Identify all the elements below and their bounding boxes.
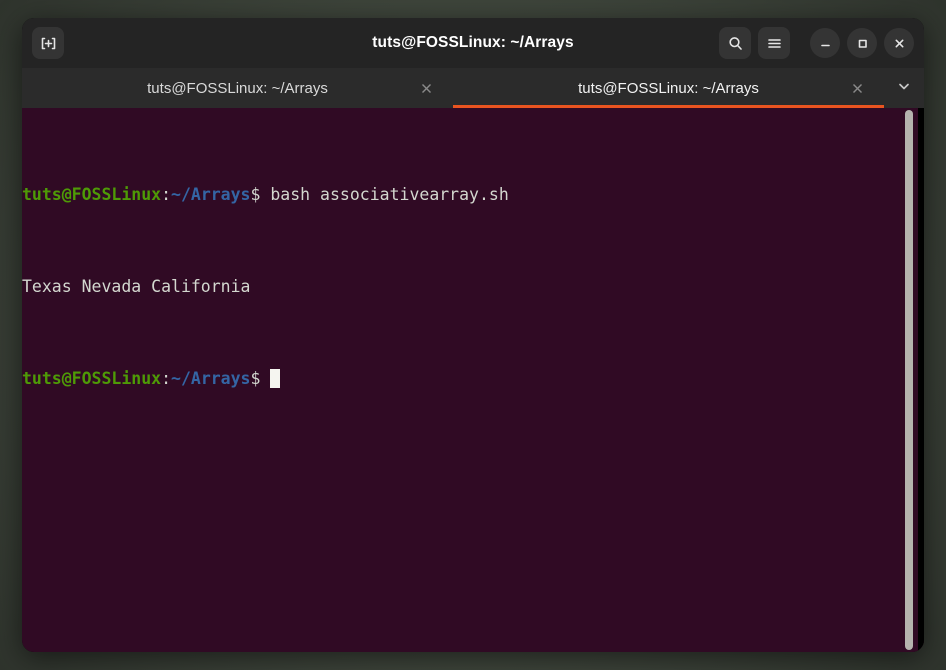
- tab-list-button[interactable]: [884, 68, 924, 108]
- terminal-command: bash associativearray.sh: [270, 185, 509, 204]
- terminal-window: tuts@FOSSLinux: ~/Arrays tuts@FOSSLinux:…: [22, 18, 924, 652]
- vertical-scrollbar-thumb[interactable]: [905, 110, 913, 650]
- terminal-line-prompt-1: tuts@FOSSLinux:~/Arrays$ bash associativ…: [22, 183, 900, 206]
- prompt-path: ~/Arrays: [171, 185, 251, 204]
- terminal-line-output-1: Texas Nevada California: [22, 275, 900, 298]
- prompt-user-host: tuts@FOSSLinux: [22, 369, 162, 388]
- close-icon: [892, 36, 907, 51]
- terminal-line-prompt-2: tuts@FOSSLinux:~/Arrays$: [22, 367, 900, 390]
- titlebar-left-controls: [32, 27, 64, 59]
- tab-label: tuts@FOSSLinux: ~/Arrays: [578, 79, 759, 97]
- close-button[interactable]: [884, 28, 914, 58]
- tab-close-button-1[interactable]: [417, 79, 435, 97]
- maximize-icon: [855, 36, 870, 51]
- maximize-button[interactable]: [847, 28, 877, 58]
- tab-item-2[interactable]: tuts@FOSSLinux: ~/Arrays: [453, 68, 884, 108]
- new-tab-button[interactable]: [32, 27, 64, 59]
- search-button[interactable]: [719, 27, 751, 59]
- terminal-cursor: [270, 369, 281, 388]
- prompt-symbol: $: [250, 369, 271, 388]
- tab-item-1[interactable]: tuts@FOSSLinux: ~/Arrays: [22, 68, 453, 108]
- terminal-right-padding: [918, 108, 924, 652]
- hamburger-menu-icon: [766, 35, 783, 52]
- terminal-output[interactable]: tuts@FOSSLinux:~/Arrays$ bash associativ…: [22, 108, 900, 652]
- tab-bar: tuts@FOSSLinux: ~/Arrays tuts@FOSSLinux:…: [22, 68, 924, 108]
- tab-close-button-2[interactable]: [848, 79, 866, 97]
- tab-label: tuts@FOSSLinux: ~/Arrays: [147, 79, 328, 97]
- close-icon: [421, 83, 431, 93]
- window-titlebar: tuts@FOSSLinux: ~/Arrays: [22, 18, 924, 68]
- vertical-scrollbar-track[interactable]: [900, 108, 918, 652]
- terminal-content-area[interactable]: tuts@FOSSLinux:~/Arrays$ bash associativ…: [22, 108, 924, 652]
- prompt-symbol: $: [250, 185, 271, 204]
- minimize-button[interactable]: [810, 28, 840, 58]
- search-icon: [727, 35, 744, 52]
- titlebar-right-controls: [719, 27, 914, 59]
- terminal-output-text: Texas Nevada California: [22, 277, 251, 296]
- chevron-down-icon: [897, 79, 911, 98]
- prompt-colon: :: [161, 185, 172, 204]
- menu-button[interactable]: [758, 27, 790, 59]
- minimize-icon: [818, 36, 833, 51]
- prompt-user-host: tuts@FOSSLinux: [22, 185, 162, 204]
- prompt-colon: :: [161, 369, 172, 388]
- new-tab-icon: [40, 35, 57, 52]
- prompt-path: ~/Arrays: [171, 369, 251, 388]
- close-icon: [852, 83, 862, 93]
